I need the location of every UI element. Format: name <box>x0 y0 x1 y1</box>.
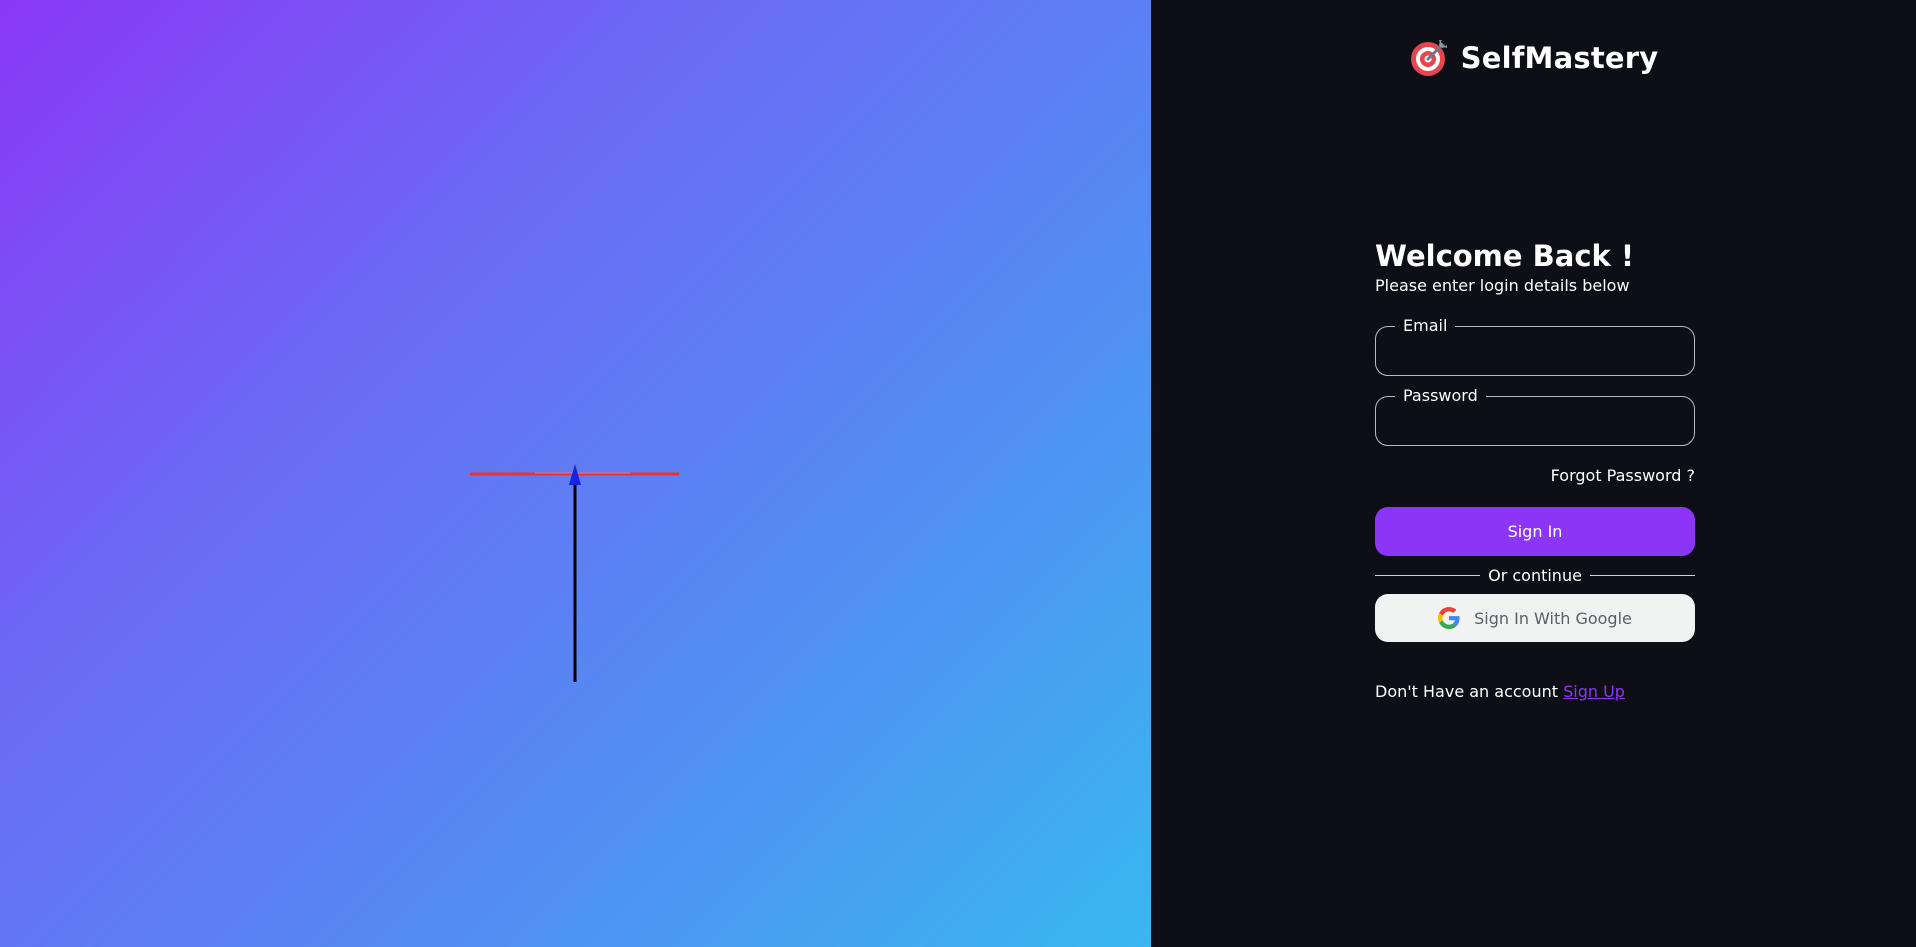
divider-label: Or continue <box>1488 566 1582 585</box>
page-subtitle: Please enter login details below <box>1375 276 1630 295</box>
or-divider: Or continue <box>1375 566 1696 585</box>
divider-line-right <box>1589 575 1696 576</box>
page-title: Welcome Back ! <box>1375 239 1635 273</box>
sign-in-button[interactable]: Sign In <box>1375 507 1695 556</box>
sign-up-link[interactable]: Sign Up <box>1563 682 1625 701</box>
email-input[interactable] <box>1376 327 1694 375</box>
google-icon <box>1438 607 1460 629</box>
hero-illustration <box>470 464 679 682</box>
forgot-password-link[interactable]: Forgot Password ? <box>1551 466 1695 485</box>
target-dart-icon <box>1410 40 1447 76</box>
login-form: Welcome Back ! Please enter login detail… <box>1375 236 1696 701</box>
google-sign-in-button[interactable]: Sign In With Google <box>1375 594 1695 642</box>
divider-line-left <box>1375 575 1481 576</box>
email-field: Email <box>1375 316 1695 376</box>
hero-panel <box>0 0 1151 947</box>
brand-name: SelfMastery <box>1460 41 1659 75</box>
password-input[interactable] <box>1376 397 1694 445</box>
signup-prompt: Don't Have an account <box>1375 682 1559 701</box>
forgot-row: Forgot Password ? <box>1375 466 1695 485</box>
brand-header: SelfMastery <box>1151 38 1916 78</box>
google-button-label: Sign In With Google <box>1474 608 1632 628</box>
signup-row: Don't Have an account Sign Up <box>1375 682 1695 701</box>
login-page: SelfMastery Welcome Back ! Please enter … <box>0 0 1916 947</box>
password-field: Password <box>1375 386 1695 446</box>
auth-panel: SelfMastery Welcome Back ! Please enter … <box>1151 0 1916 947</box>
